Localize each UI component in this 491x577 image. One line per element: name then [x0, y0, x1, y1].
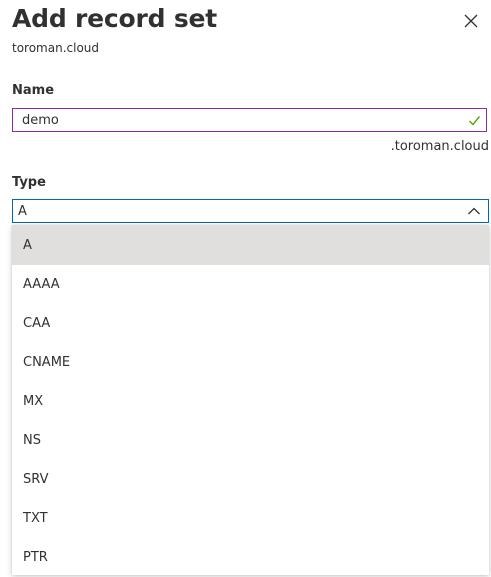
type-option-srv[interactable]: SRV [12, 460, 489, 499]
page-title: Add record set [12, 4, 218, 33]
name-label: Name [12, 83, 55, 98]
type-option-aaaa[interactable]: AAAA [12, 265, 489, 304]
type-label: Type [12, 175, 46, 190]
type-options-list: A AAAA CAA CNAME MX NS SRV TXT PTR [12, 225, 489, 575]
name-input[interactable]: demo [12, 108, 487, 132]
type-option-a[interactable]: A [12, 225, 489, 265]
name-input-value: demo [22, 112, 59, 128]
type-option-cname[interactable]: CNAME [12, 343, 489, 382]
type-option-ns[interactable]: NS [12, 421, 489, 460]
type-option-mx[interactable]: MX [12, 382, 489, 421]
type-option-ptr[interactable]: PTR [12, 538, 489, 577]
type-option-txt[interactable]: TXT [12, 499, 489, 538]
type-option-caa[interactable]: CAA [12, 304, 489, 343]
type-selected-value: A [18, 203, 27, 219]
close-button[interactable] [458, 8, 484, 34]
page-subtitle: toroman.cloud [12, 41, 100, 55]
chevron-up-icon [468, 207, 480, 215]
checkmark-icon [469, 116, 481, 126]
close-icon [464, 14, 478, 28]
name-suffix: .toroman.cloud [390, 139, 489, 154]
type-dropdown[interactable]: A [12, 199, 489, 223]
